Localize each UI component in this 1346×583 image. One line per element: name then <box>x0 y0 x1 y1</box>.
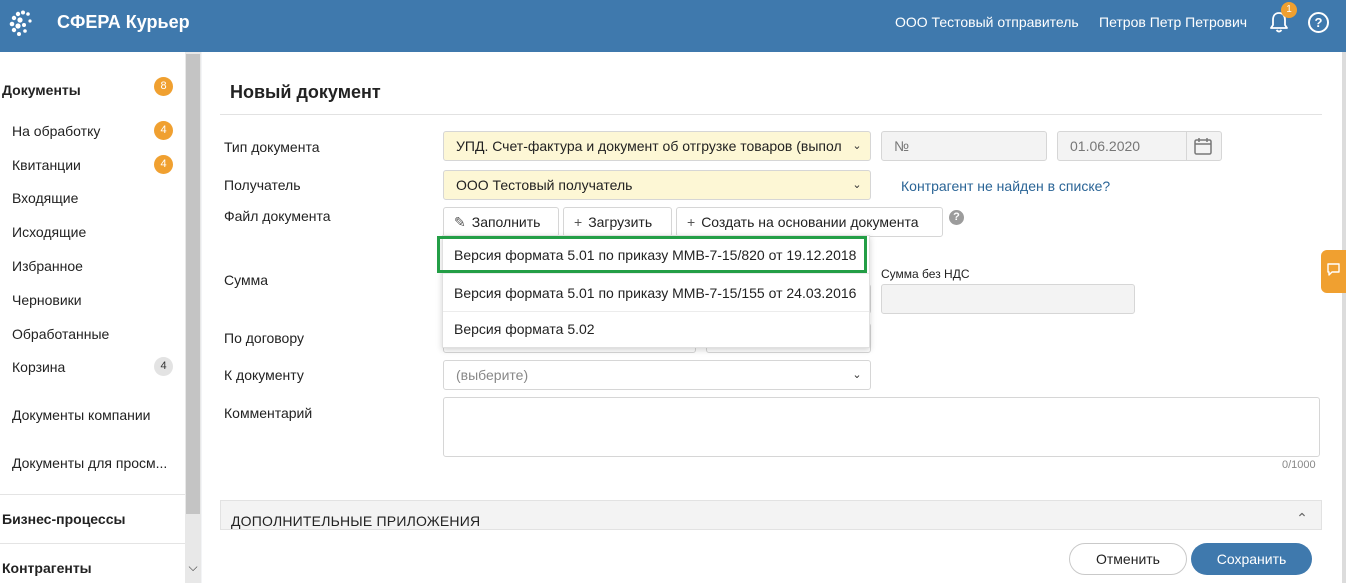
file-label: Файл документа <box>224 208 331 224</box>
plus-icon: + <box>574 214 583 230</box>
comment-counter: 0/1000 <box>1282 459 1316 471</box>
sidebar-divider <box>0 543 185 544</box>
upload-button-label: Загрузить <box>588 214 653 230</box>
cancel-button[interactable]: Отменить <box>1069 543 1187 575</box>
format-option[interactable]: Версия формата 5.02 <box>454 321 595 337</box>
to-document-label: К документу <box>224 367 304 383</box>
sidebar-section-contractors[interactable]: Контрагенты <box>2 560 92 576</box>
recipient-label: Получатель <box>224 177 301 193</box>
chevron-up-icon[interactable]: ⌃ <box>1294 510 1310 526</box>
sidebar-item-trash[interactable]: Корзина <box>12 359 65 375</box>
to-document-select[interactable]: (выберите) <box>443 360 871 390</box>
recipient-value: ООО Тестовый получатель <box>456 177 633 193</box>
sidebar-item-view-documents[interactable]: Документы для просм... <box>12 455 167 471</box>
sum-label: Сумма <box>224 272 268 288</box>
sidebar-item-outgoing[interactable]: Исходящие <box>12 224 86 240</box>
organization-selector[interactable]: ООО Тестовый отправитель <box>895 14 1079 30</box>
sidebar-item-receipts-badge: 4 <box>154 155 173 174</box>
comment-textarea[interactable] <box>443 397 1320 457</box>
doc-date-value: 01.06.2020 <box>1070 138 1141 154</box>
create-based-button[interactable]: + Создать на основании документа <box>676 207 943 237</box>
to-document-placeholder: (выберите) <box>456 367 529 383</box>
app-title[interactable]: СФЕРА Курьер <box>57 12 190 33</box>
doc-number-input[interactable]: № <box>881 131 1047 161</box>
doc-number-placeholder: № <box>894 138 910 154</box>
plus-icon: + <box>687 214 696 230</box>
sidebar-item-processing-badge: 4 <box>154 121 173 140</box>
user-menu[interactable]: Петров Петр Петрович <box>1099 14 1247 30</box>
sidebar-item-company-documents[interactable]: Документы компании <box>12 407 151 423</box>
title-divider <box>220 114 1322 115</box>
date-field-divider <box>1186 132 1187 160</box>
main-scrollbar[interactable] <box>1342 52 1346 583</box>
sidebar-section-documents[interactable]: Документы <box>2 82 81 98</box>
doc-type-select[interactable]: УПД. Счет-фактура и документ об отгрузке… <box>443 131 871 161</box>
recipient-select[interactable]: ООО Тестовый получатель <box>443 170 871 200</box>
calendar-icon[interactable] <box>1193 136 1213 156</box>
format-option[interactable]: Версия формата 5.01 по приказу ММВ-7-15/… <box>454 285 856 301</box>
doc-type-value: УПД. Счет-фактура и документ об отгрузке… <box>456 138 842 154</box>
question-icon[interactable]: ? <box>949 210 964 225</box>
sum-without-vat-label: Сумма без НДС <box>881 267 970 281</box>
doc-type-chevron-down-icon[interactable]: ⌄ <box>850 139 864 153</box>
highlighted-option-frame <box>437 236 867 273</box>
help-icon[interactable]: ? <box>1308 12 1329 33</box>
sidebar-documents-badge: 8 <box>154 77 173 96</box>
sidebar-item-receipts[interactable]: Квитанции <box>12 157 81 173</box>
sum-without-vat-input[interactable] <box>881 284 1135 314</box>
sidebar-item-drafts[interactable]: Черновики <box>12 292 82 308</box>
page-title: Новый документ <box>230 82 381 102</box>
upload-button[interactable]: + Загрузить <box>563 207 672 237</box>
additional-attachments-title[interactable]: ДОПОЛНИТЕЛЬНЫЕ ПРИЛОЖЕНИЯ <box>231 513 480 529</box>
fill-button-label: Заполнить <box>471 214 541 230</box>
doc-type-label: Тип документа <box>224 139 320 155</box>
comment-label: Комментарий <box>224 405 313 421</box>
sidebar-item-processed[interactable]: Обработанные <box>12 326 109 342</box>
fill-button[interactable]: ✎ Заполнить <box>443 207 559 237</box>
sidebar-item-favorites[interactable]: Избранное <box>12 258 83 274</box>
contractor-not-found-link[interactable]: Контрагент не найден в списке? <box>901 178 1110 194</box>
scroll-down-chevron-icon[interactable]: ⌵ <box>186 560 200 574</box>
contract-label: По договору <box>224 330 304 346</box>
sidebar-divider <box>0 494 185 495</box>
sfera-logo-icon[interactable] <box>8 9 38 39</box>
dropdown-divider <box>443 273 869 274</box>
sidebar-item-trash-badge: 4 <box>154 357 173 376</box>
sidebar-item-incoming[interactable]: Входящие <box>12 190 78 206</box>
pencil-icon: ✎ <box>454 214 466 230</box>
recipient-chevron-down-icon[interactable]: ⌄ <box>850 178 864 192</box>
sidebar-scrollbar-thumb[interactable] <box>186 54 200 514</box>
notification-badge: 1 <box>1281 2 1297 18</box>
sidebar-item-processing[interactable]: На обработку <box>12 123 100 139</box>
chat-icon <box>1327 263 1340 276</box>
dropdown-divider <box>443 311 869 312</box>
create-based-button-label: Создать на основании документа <box>701 214 919 230</box>
to-document-chevron-down-icon[interactable]: ⌄ <box>850 368 864 382</box>
sidebar-section-business-processes[interactable]: Бизнес-процессы <box>2 511 125 527</box>
save-button[interactable]: Сохранить <box>1191 543 1312 575</box>
